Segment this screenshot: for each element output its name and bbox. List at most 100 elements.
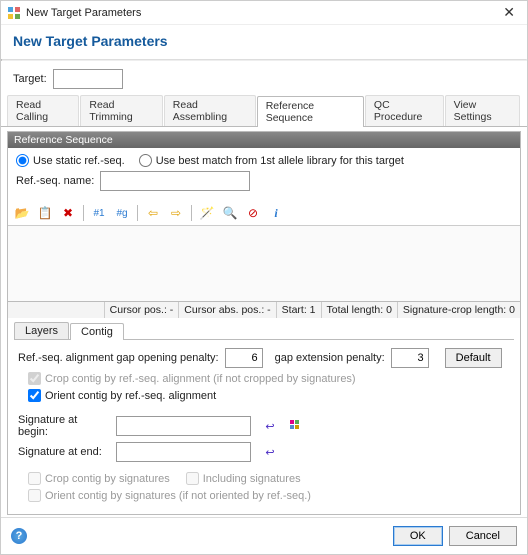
hashg-icon[interactable]: #g — [112, 203, 132, 223]
sub-tabs: Layers Contig — [8, 318, 520, 339]
arrow-left-icon[interactable]: ⇦ — [143, 203, 163, 223]
incl-sig-checkbox: Including signatures — [186, 472, 301, 485]
footer-buttons: OK Cancel — [393, 526, 517, 546]
delete-icon[interactable]: ✖ — [58, 203, 78, 223]
tab-label: View Settings — [454, 99, 492, 123]
open-icon[interactable]: 📂 — [12, 203, 32, 223]
help-icon[interactable]: ? — [11, 528, 27, 544]
toolbar-sep — [83, 205, 84, 221]
target-label: Target: — [13, 73, 47, 85]
checkbox-label: Orient contig by signatures (if not orie… — [45, 490, 311, 502]
radio-bestmatch-label: Use best match from 1st allele library f… — [156, 155, 404, 167]
status-cursor: Cursor pos.: - — [104, 302, 179, 318]
return-icon[interactable]: ↩ — [263, 419, 277, 433]
gap-ext-input[interactable] — [391, 348, 429, 368]
subtab-layers[interactable]: Layers — [14, 322, 69, 339]
info-icon[interactable]: i — [266, 203, 286, 223]
button-label: OK — [410, 530, 426, 542]
main-tabs: Read Calling Read Trimming Read Assembli… — [1, 95, 527, 127]
tab-label: Read Assembling — [173, 99, 227, 123]
tab-qc-procedure[interactable]: QC Procedure — [365, 95, 444, 126]
status-total: Total length: 0 — [321, 302, 397, 318]
radio-static-label: Use static ref.-seq. — [33, 155, 125, 167]
status-label: Cursor abs. pos.: — [184, 304, 264, 316]
status-value: 0 — [386, 304, 392, 316]
refseq-panel: Reference Sequence Use static ref.-seq. … — [7, 131, 521, 515]
status-value: - — [170, 304, 174, 316]
crop-align-input — [28, 372, 41, 385]
target-row: Target: — [1, 61, 527, 95]
tab-read-assembling[interactable]: Read Assembling — [164, 95, 256, 126]
titlebar: New Target Parameters ✕ — [1, 1, 527, 25]
refseq-name-input[interactable] — [100, 171, 250, 191]
button-label: Cancel — [466, 530, 500, 542]
sig-end-input[interactable] — [116, 442, 251, 462]
sig-begin-label: Signature at begin: — [18, 414, 110, 438]
dialog-window: New Target Parameters ✕ New Target Param… — [0, 0, 528, 555]
editor-toolbar: 📂 📋 ✖ #1 #g ⇦ ⇨ 🪄 🔍 ⊘ i — [8, 201, 520, 226]
status-label: Cursor pos.: — [110, 304, 167, 316]
radio-bestmatch[interactable]: Use best match from 1st allele library f… — [139, 154, 404, 167]
wand-icon[interactable]: 🪄 — [197, 203, 217, 223]
return-icon[interactable]: ↩ — [263, 445, 277, 459]
close-button[interactable]: ✕ — [499, 4, 519, 21]
crop-sig-checkbox: Crop contig by signatures — [28, 472, 170, 485]
status-abs: Cursor abs. pos.: - — [178, 302, 275, 318]
orient-align-input[interactable] — [28, 389, 41, 402]
gap-ext-label: gap extension penalty: — [275, 352, 385, 364]
refseq-options: Use static ref.-seq. Use best match from… — [8, 148, 520, 201]
toolbar-sep — [137, 205, 138, 221]
refseq-name-label: Ref.-seq. name: — [16, 175, 94, 187]
radio-bestmatch-input[interactable] — [139, 154, 152, 167]
sig-end-label: Signature at end: — [18, 446, 110, 458]
tab-label: QC Procedure — [374, 99, 422, 123]
crop-sig-input — [28, 472, 41, 485]
header: New Target Parameters — [1, 25, 527, 59]
status-sig: Signature-crop length: 0 — [397, 302, 520, 318]
tab-label: Reference Sequence — [266, 100, 314, 124]
button-label: Default — [456, 352, 491, 364]
status-value: 1 — [310, 304, 316, 316]
arrow-right-icon[interactable]: ⇨ — [166, 203, 186, 223]
incl-sig-input — [186, 472, 199, 485]
tab-read-trimming[interactable]: Read Trimming — [80, 95, 162, 126]
status-value: 0 — [509, 304, 515, 316]
sequence-editor[interactable] — [8, 226, 520, 301]
footer: ? OK Cancel — [1, 517, 527, 554]
cancel-search-icon[interactable]: ⊘ — [243, 203, 263, 223]
orient-sig-checkbox: Orient contig by signatures (if not orie… — [28, 489, 311, 502]
grid-icon[interactable] — [289, 419, 303, 433]
target-input[interactable] — [53, 69, 123, 89]
titlebar-left: New Target Parameters — [7, 6, 141, 20]
gap-open-label: Ref.-seq. alignment gap opening penalty: — [18, 352, 219, 364]
toolbar-sep — [191, 205, 192, 221]
search-icon[interactable]: 🔍 — [220, 203, 240, 223]
status-label: Total length: — [327, 304, 384, 316]
tab-read-calling[interactable]: Read Calling — [7, 95, 79, 126]
cancel-button[interactable]: Cancel — [449, 526, 517, 546]
contig-section: Ref.-seq. alignment gap opening penalty:… — [8, 340, 520, 514]
status-label: Start: — [282, 304, 307, 316]
radio-static-input[interactable] — [16, 154, 29, 167]
tab-reference-sequence[interactable]: Reference Sequence — [257, 96, 364, 127]
gap-open-input[interactable] — [225, 348, 263, 368]
hash1-icon[interactable]: #1 — [89, 203, 109, 223]
page-title: New Target Parameters — [13, 33, 515, 49]
subtab-label: Contig — [81, 326, 113, 338]
orient-align-checkbox[interactable]: Orient contig by ref.-seq. alignment — [28, 389, 216, 402]
tab-view-settings[interactable]: View Settings — [445, 95, 520, 126]
group-header: Reference Sequence — [8, 132, 520, 148]
status-label: Signature-crop length: — [403, 304, 506, 316]
crop-align-checkbox: Crop contig by ref.-seq. alignment (if n… — [28, 372, 356, 385]
default-button[interactable]: Default — [445, 348, 502, 368]
paste-icon[interactable]: 📋 — [35, 203, 55, 223]
checkbox-label: Crop contig by signatures — [45, 473, 170, 485]
checkbox-label: Crop contig by ref.-seq. alignment (if n… — [45, 373, 356, 385]
checkbox-label: Including signatures — [203, 473, 301, 485]
app-icon — [7, 6, 21, 20]
subtab-contig[interactable]: Contig — [70, 323, 124, 340]
ok-button[interactable]: OK — [393, 526, 443, 546]
tab-label: Read Calling — [16, 99, 48, 123]
radio-static[interactable]: Use static ref.-seq. — [16, 154, 125, 167]
sig-begin-input[interactable] — [116, 416, 251, 436]
